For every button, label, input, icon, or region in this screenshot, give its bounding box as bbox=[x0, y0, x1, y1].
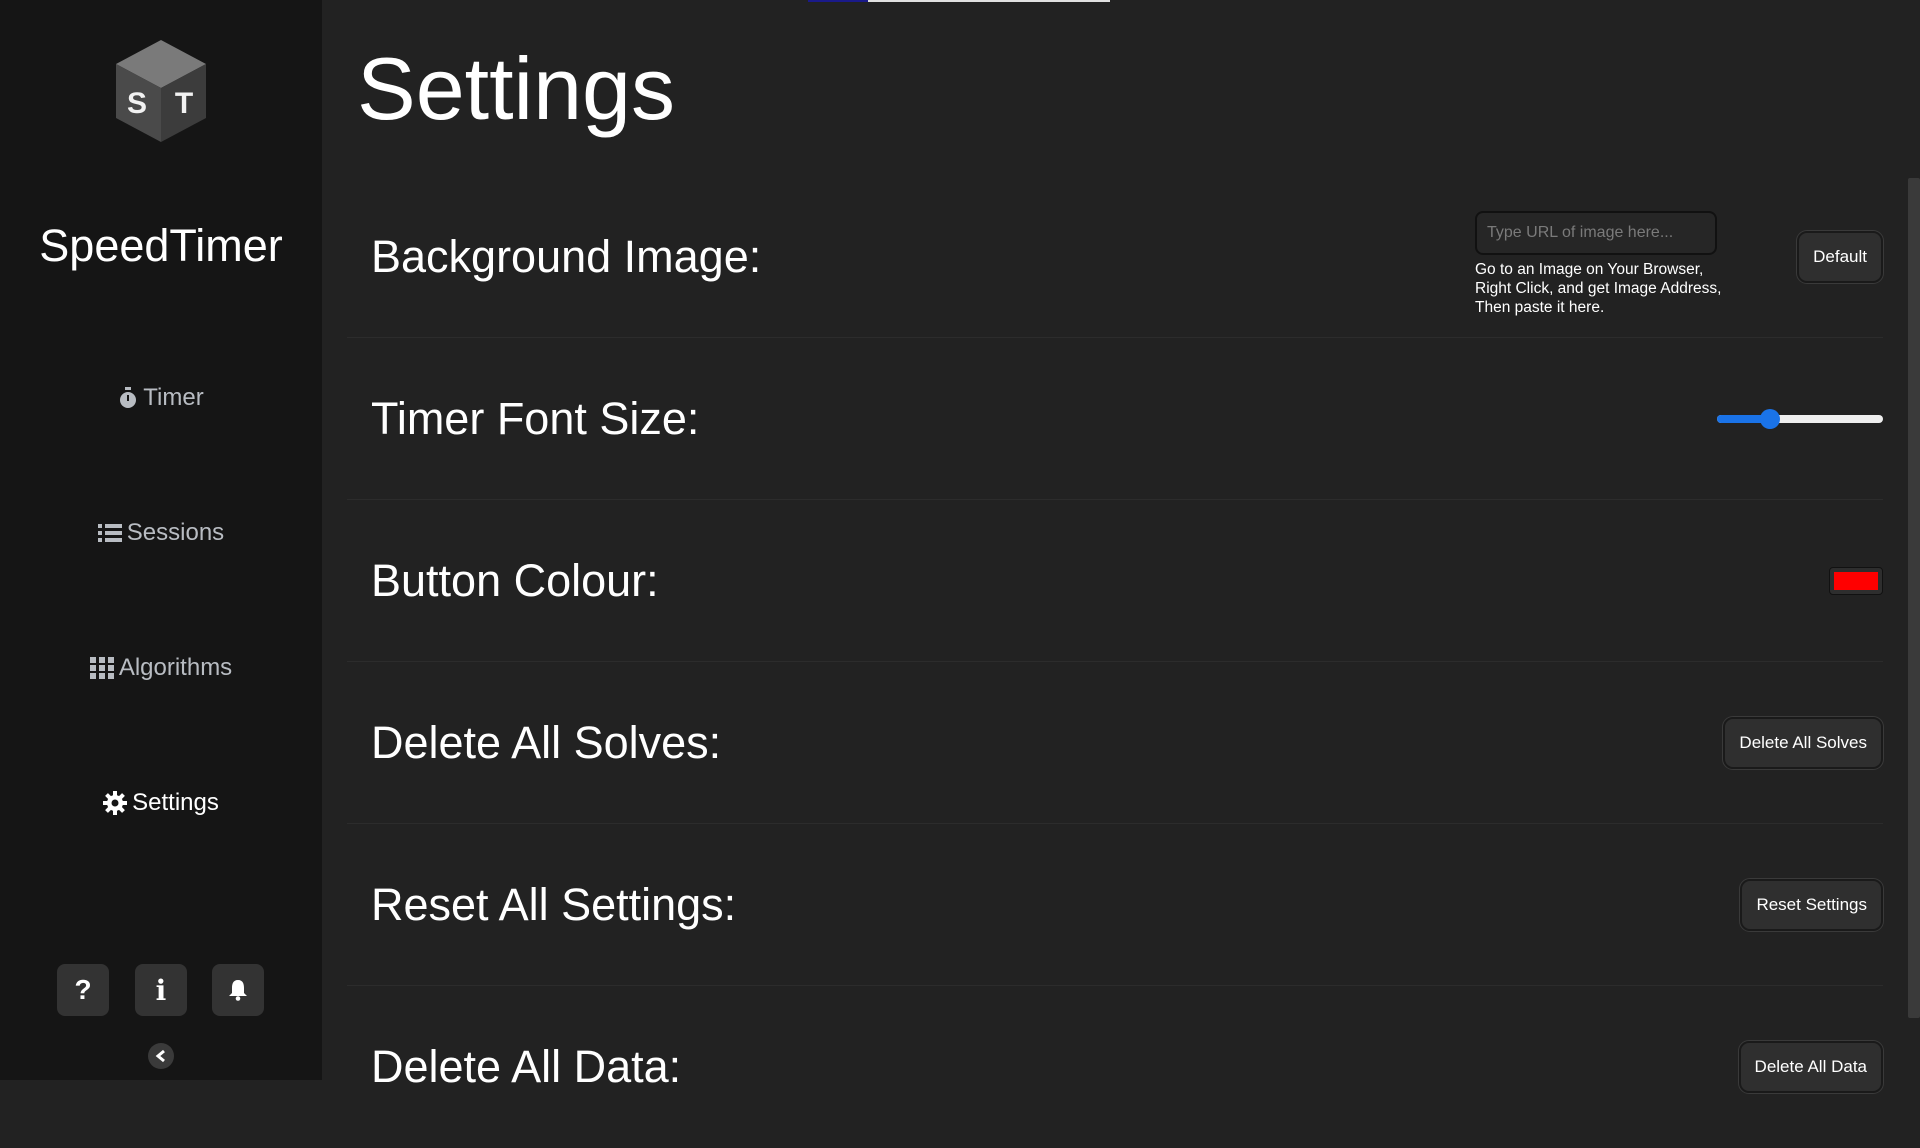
sidebar-item-label: Timer bbox=[143, 384, 204, 411]
delete-all-solves-button[interactable]: Delete All Solves bbox=[1723, 716, 1883, 769]
info-button[interactable]: i bbox=[135, 964, 187, 1016]
setting-label: Reset All Settings: bbox=[371, 878, 737, 930]
setting-label: Background Image: bbox=[371, 230, 762, 282]
default-background-button[interactable]: Default bbox=[1797, 230, 1883, 283]
help-line: Then paste it here. bbox=[1475, 299, 1605, 316]
background-url-input[interactable] bbox=[1475, 211, 1717, 255]
logo-letter-s: S bbox=[127, 87, 147, 120]
notifications-button[interactable] bbox=[212, 964, 264, 1016]
top-edge-strip bbox=[868, 0, 1110, 2]
setting-row-delete-all-data: Delete All Data: Delete All Data bbox=[347, 986, 1883, 1148]
page-title: Settings bbox=[357, 39, 675, 138]
setting-row-reset-all-settings: Reset All Settings: Reset Settings bbox=[347, 824, 1883, 986]
question-icon: ? bbox=[74, 974, 92, 1005]
grid-icon bbox=[89, 657, 114, 679]
reset-settings-button[interactable]: Reset Settings bbox=[1740, 878, 1883, 931]
info-icon: i bbox=[155, 973, 167, 1007]
setting-row-background-image: Background Image: Go to an Image on Your… bbox=[347, 176, 1883, 338]
logo-letter-t: T bbox=[175, 87, 193, 120]
sidebar-item-algorithms[interactable]: Algorithms bbox=[0, 638, 322, 698]
sidebar: S T SpeedTimer Timer Sessions Algorithms… bbox=[0, 0, 322, 1080]
background-url-help: Go to an Image on Your Browser, Right Cl… bbox=[1475, 260, 1765, 317]
gear-icon bbox=[103, 791, 128, 815]
sidebar-item-label: Settings bbox=[132, 789, 219, 816]
setting-label: Button Colour: bbox=[371, 554, 659, 606]
help-button[interactable]: ? bbox=[57, 964, 109, 1016]
slider-thumb[interactable] bbox=[1760, 408, 1781, 429]
sidebar-item-settings[interactable]: Settings bbox=[0, 773, 322, 833]
brand-name: SpeedTimer bbox=[39, 220, 283, 271]
bell-icon bbox=[229, 980, 247, 1001]
setting-row-delete-all-solves: Delete All Solves: Delete All Solves bbox=[347, 662, 1883, 824]
sidebar-item-sessions[interactable]: Sessions bbox=[0, 503, 322, 563]
sidebar-item-timer[interactable]: Timer bbox=[0, 368, 322, 428]
top-edge-strip bbox=[808, 0, 868, 2]
help-line: Go to an Image on Your Browser, bbox=[1475, 261, 1704, 278]
stopwatch-icon bbox=[118, 387, 138, 409]
button-colour-picker[interactable] bbox=[1829, 566, 1883, 595]
list-icon bbox=[97, 523, 122, 543]
delete-all-data-button[interactable]: Delete All Data bbox=[1738, 1041, 1883, 1093]
setting-row-button-colour: Button Colour: bbox=[347, 500, 1883, 662]
sidebar-item-label: Sessions bbox=[126, 519, 225, 546]
colour-swatch bbox=[1834, 571, 1878, 590]
help-line: Right Click, and get Image Address, bbox=[1475, 280, 1722, 297]
setting-row-timer-font-size: Timer Font Size: bbox=[347, 338, 1883, 500]
scrollbar[interactable] bbox=[1908, 178, 1920, 1018]
setting-label: Delete All Data: bbox=[371, 1041, 682, 1092]
setting-label: Delete All Solves: bbox=[371, 716, 722, 768]
speedtimer-logo-icon[interactable]: S T bbox=[110, 38, 212, 144]
timer-font-size-slider[interactable] bbox=[1717, 407, 1883, 431]
chevron-left-icon bbox=[155, 1049, 165, 1063]
collapse-sidebar-button[interactable] bbox=[148, 1043, 174, 1069]
sidebar-item-label: Algorithms bbox=[118, 654, 233, 681]
setting-label: Timer Font Size: bbox=[371, 392, 700, 444]
